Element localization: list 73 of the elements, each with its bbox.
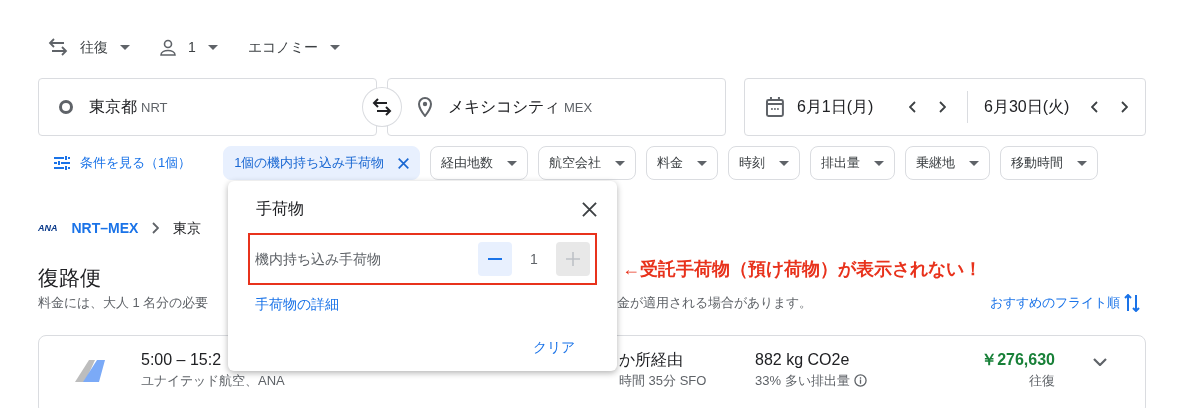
sort-icon	[1124, 294, 1140, 312]
circle-icon	[59, 100, 73, 114]
popup-title: 手荷物	[256, 199, 304, 219]
caret-icon	[697, 160, 708, 166]
close-icon	[582, 202, 597, 218]
flight-times: 5:00 – 15:2	[141, 350, 223, 370]
clear-button[interactable]: クリア	[533, 338, 575, 356]
caret-icon	[615, 160, 626, 166]
bag-count: 1	[529, 250, 539, 268]
chevron-right-icon	[1120, 101, 1128, 113]
annotation-text: ←受託手荷物（預け荷物）が表示されない！	[622, 258, 982, 280]
decrease-button[interactable]	[478, 242, 512, 276]
filter-dropdown[interactable]: 時刻	[728, 146, 801, 180]
plus-icon	[566, 252, 580, 266]
info-icon	[853, 374, 867, 387]
fare-note: 料金には、大人 1 名分の必要	[38, 295, 209, 310]
swap-icon	[48, 38, 68, 56]
origin-field[interactable]: 東京都 NRT	[38, 78, 378, 136]
bag-label: 機内持ち込み手荷物	[255, 250, 381, 268]
airport-code: MEX	[563, 99, 593, 115]
close-icon	[398, 157, 410, 169]
stops-text: か所経由	[619, 350, 684, 370]
swap-icon	[372, 98, 392, 116]
all-filters-button[interactable]: 条件を見る（1個）	[38, 154, 192, 172]
origin-city: 東京都	[89, 97, 137, 115]
calendar-icon	[765, 96, 785, 118]
filter-dropdown[interactable]: 経由地数	[430, 146, 529, 180]
airline-names: ユナイテッド航空、ANA	[141, 372, 286, 389]
caret-icon	[120, 44, 130, 50]
caret-icon	[969, 160, 980, 166]
chevron-right-icon	[938, 101, 946, 113]
caret-icon	[207, 44, 218, 50]
location-pin-icon	[417, 97, 432, 117]
price-text: ￥276,630	[980, 350, 1055, 370]
filter-dropdown[interactable]: 航空会社	[538, 146, 637, 180]
chevron-left-icon	[908, 101, 916, 113]
caret-icon	[1077, 160, 1088, 166]
sort-button[interactable]: おすすめのフライト順	[990, 294, 1140, 312]
trip-option-dropdown[interactable]: エコノミー	[247, 37, 340, 57]
emissions-text: 882 kg CO2e	[755, 350, 851, 370]
caret-icon	[874, 160, 885, 166]
date-text: 6月30日(火)	[984, 97, 1070, 117]
filter-dropdown[interactable]: 移動時間	[1000, 146, 1099, 180]
duration-text: 時間 35分 SFO	[619, 372, 708, 389]
caret-icon	[329, 44, 340, 50]
airline-logo: ANA	[38, 222, 58, 235]
filter-dropdown[interactable]: 排出量	[810, 146, 896, 180]
price-note: 往復	[1028, 372, 1055, 389]
destination-field[interactable]: メキシコシティ MEX	[386, 78, 726, 136]
caret-icon	[507, 160, 518, 166]
filter-dropdown[interactable]: 料金	[646, 146, 719, 180]
filter-chip[interactable]: 1個の機内持ち込み手荷物	[223, 146, 421, 180]
date-text: 6月1日(月)	[796, 97, 874, 117]
details-link[interactable]: 手荷物の詳細	[255, 295, 339, 313]
section-title: 復路便	[38, 266, 101, 289]
route-link[interactable]: NRT–MEX	[71, 219, 139, 237]
airport-code: NRT	[141, 99, 168, 115]
date-field[interactable]: 6月1日(月) 6月30日(火)	[744, 78, 1146, 136]
trip-option-dropdown[interactable]: 1	[160, 37, 218, 57]
close-button[interactable]	[582, 200, 597, 218]
caret-icon	[779, 160, 790, 166]
trip-option-dropdown[interactable]: 往復	[48, 37, 130, 57]
chevron-left-icon	[1090, 101, 1098, 113]
destination-city: メキシコシティ	[447, 97, 560, 115]
breadcrumb-text: 東京	[173, 219, 202, 237]
emissions-note: 33% 多い排出量	[755, 372, 850, 389]
tune-icon	[54, 156, 70, 170]
chevron-down-icon	[1093, 358, 1107, 366]
chevron-right-icon	[152, 222, 160, 234]
fare-note: 金が適用される場合があります。	[617, 294, 812, 312]
person-icon	[160, 38, 176, 56]
minus-icon	[488, 258, 502, 260]
filter-dropdown[interactable]: 乗継地	[905, 146, 991, 180]
